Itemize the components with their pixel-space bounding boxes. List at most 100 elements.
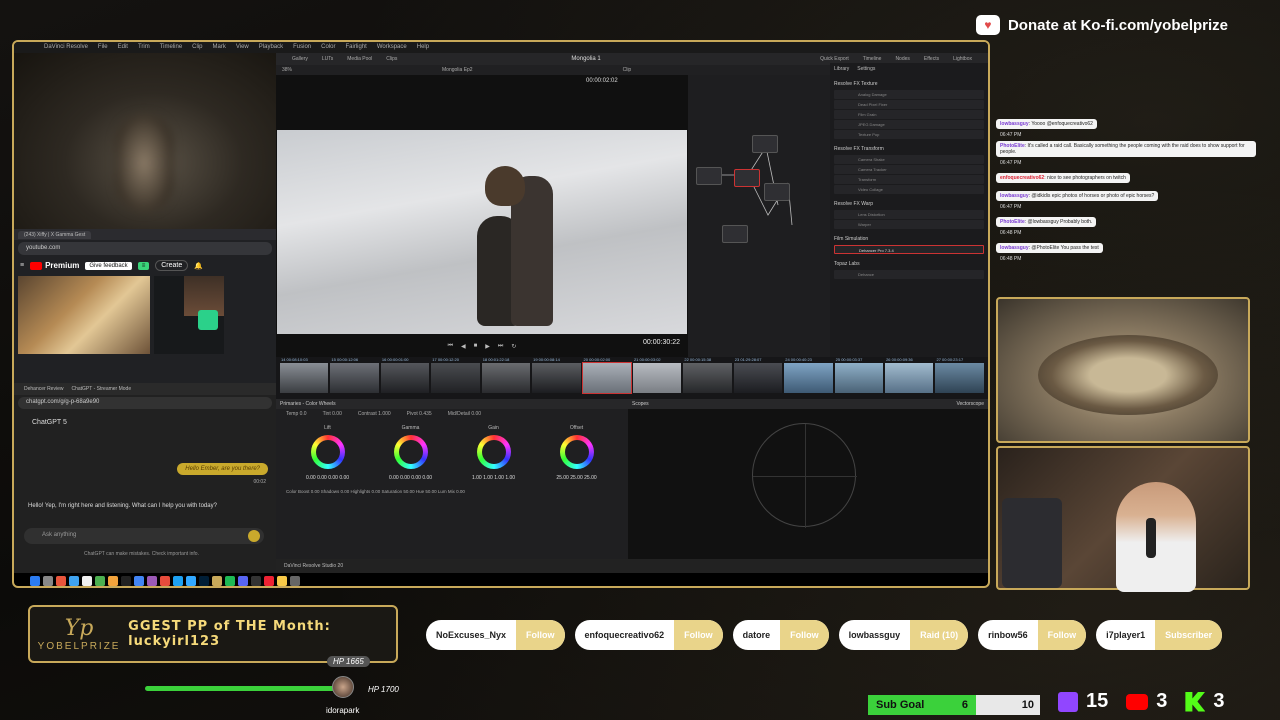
zoom-level[interactable]: 38% — [282, 67, 292, 73]
effect-item[interactable]: Video Collage — [834, 185, 984, 194]
menu-item[interactable]: Mark — [213, 44, 226, 51]
scope-type-dropdown[interactable]: Vectorscope — [956, 401, 984, 407]
obs-icon[interactable] — [251, 575, 261, 586]
app-icon[interactable] — [277, 575, 287, 586]
give-feedback-button[interactable]: Give feedback — [85, 261, 132, 270]
clip-dropdown[interactable]: Clip — [623, 67, 632, 73]
effect-item[interactable]: Warper — [834, 220, 984, 229]
launchpad-icon[interactable] — [43, 575, 53, 586]
pivot-control[interactable]: Pivot 0.435 — [407, 411, 432, 417]
terminal-icon[interactable] — [121, 575, 131, 586]
offset-wheel[interactable]: Offset 25.00 25.00 25.00 — [544, 425, 610, 481]
effect-item[interactable]: Analog Damage — [834, 90, 984, 99]
app-icon[interactable] — [147, 575, 157, 586]
wheel-values[interactable]: 0.00 0.00 0.00 0.00 — [295, 475, 361, 481]
timeline-clip[interactable]: 14 00:08:10:03 — [280, 357, 329, 393]
app-icon[interactable] — [173, 575, 183, 586]
timeline-name[interactable]: Mongolia Ep2 — [442, 67, 473, 73]
color-node[interactable] — [722, 225, 748, 243]
effect-item[interactable]: JPEG Damage — [834, 120, 984, 129]
color-wheel[interactable] — [476, 435, 511, 469]
gain-wheel[interactable]: Gain 1.00 1.00 1.00 1.00 — [461, 425, 527, 481]
tab-gallery[interactable]: Gallery — [292, 56, 308, 62]
address-bar[interactable]: chatgpt.com/g/g-p-68a9e90 — [18, 397, 272, 409]
tab-quick-export[interactable]: Quick Export — [820, 56, 849, 62]
effect-item[interactable]: Camera Tracker — [834, 165, 984, 174]
stop-icon[interactable]: ■ — [474, 343, 478, 349]
tab-settings[interactable]: Settings — [857, 66, 875, 72]
color-wheel[interactable] — [310, 435, 345, 469]
app-icon[interactable] — [56, 575, 66, 586]
skip-forward-icon[interactable]: ⏭ — [498, 343, 503, 350]
calendar-icon[interactable] — [82, 575, 92, 586]
contrast-control[interactable]: Contrast 1.000 — [358, 411, 391, 417]
app-icon[interactable] — [160, 575, 170, 586]
tab-lightbox[interactable]: Lightbox — [953, 56, 972, 62]
menu-item[interactable]: Clip — [192, 44, 202, 51]
address-bar[interactable]: youtube.com — [18, 242, 272, 255]
create-button[interactable]: Create — [155, 260, 189, 271]
video-thumbnail[interactable] — [154, 276, 224, 354]
timeline-clip[interactable]: 18 00:01:22:18 — [481, 357, 531, 393]
menu-item[interactable]: File — [98, 44, 108, 51]
color-node[interactable] — [734, 169, 760, 187]
browser-tab[interactable]: ChatGPT - Streamer Mode — [71, 386, 131, 392]
safari-icon[interactable] — [69, 575, 79, 586]
browser-tab[interactable]: (243) Xiffy | X Gamma Gest — [18, 230, 92, 239]
effect-item[interactable]: Dead Pixel Fixer — [834, 100, 984, 109]
trash-icon[interactable] — [290, 575, 300, 586]
timeline-clip[interactable]: 16 00:00:01:00 — [380, 357, 430, 393]
timeline-clip[interactable]: 23 01:29:28:07 — [733, 357, 783, 393]
tab-timeline[interactable]: Timeline — [863, 56, 882, 62]
menu-item[interactable]: Timeline — [160, 44, 182, 51]
timeline-clip[interactable]: 19 00:00:08:14 — [532, 357, 581, 393]
color-node[interactable] — [696, 167, 722, 185]
wheel-values[interactable]: 0.00 0.00 0.00 0.00 — [378, 475, 444, 481]
effect-item[interactable]: Lens Distortion — [834, 210, 984, 219]
menu-item[interactable]: Trim — [138, 44, 150, 51]
tab-nodes[interactable]: Nodes — [895, 56, 909, 62]
video-thumbnail[interactable] — [18, 276, 150, 354]
color-wheel[interactable] — [393, 435, 428, 469]
effect-item[interactable]: Transform — [834, 175, 984, 184]
app-icon[interactable] — [212, 575, 222, 586]
voice-button[interactable] — [248, 530, 260, 542]
color-node[interactable] — [752, 135, 778, 153]
loop-icon[interactable]: ↻ — [511, 343, 516, 350]
finder-icon[interactable] — [30, 575, 40, 586]
timeline-clip-selected[interactable]: 20 00:00:02:00 — [581, 357, 632, 394]
wheel-values[interactable]: 1.00 1.00 1.00 1.00 — [461, 475, 527, 481]
lift-wheel[interactable]: Lift 0.00 0.00 0.00 0.00 — [295, 425, 361, 481]
chat-input[interactable]: Ask anything — [24, 528, 264, 544]
tab-media-pool[interactable]: Media Pool — [347, 56, 372, 62]
menu-item[interactable]: Fairlight — [345, 44, 366, 51]
menu-item[interactable]: Workspace — [377, 44, 407, 51]
photoshop-icon[interactable] — [199, 575, 209, 586]
hamburger-icon[interactable]: ≡ — [20, 262, 24, 269]
timeline-clip[interactable]: 25 00:00:03:37 — [834, 357, 884, 393]
chrome-icon[interactable] — [134, 575, 144, 586]
menu-item[interactable]: Fusion — [293, 44, 311, 51]
play-icon[interactable]: ▶ — [485, 343, 490, 350]
tab-effects[interactable]: Effects — [924, 56, 939, 62]
mid-detail-control[interactable]: Mid/Detail 0.00 — [448, 411, 481, 417]
menu-item[interactable]: Help — [417, 44, 429, 51]
notes-icon[interactable] — [108, 575, 118, 586]
effect-item[interactable]: Texture Pop — [834, 130, 984, 139]
color-wheel[interactable] — [559, 435, 594, 469]
timeline-clip[interactable]: 15 00:00:12:06 — [330, 357, 379, 393]
spotify-icon[interactable] — [225, 575, 235, 586]
prev-icon[interactable]: ◀ — [461, 343, 466, 350]
menu-item[interactable]: Edit — [118, 44, 128, 51]
bottom-adjustments[interactable]: Color Boost 0.00 Shadows 0.00 Highlights… — [276, 487, 628, 496]
browser-tab[interactable]: Dehancer Review — [24, 386, 63, 392]
discord-icon[interactable] — [238, 575, 248, 586]
tab-clips[interactable]: Clips — [386, 56, 397, 62]
menu-item[interactable]: View — [236, 44, 249, 51]
effect-item[interactable]: Camera Shake — [834, 155, 984, 164]
timeline-clip[interactable]: 17 00:00:12:20 — [431, 357, 480, 393]
youtube-logo[interactable]: Premium — [30, 261, 79, 270]
bell-icon[interactable]: 🔔 — [194, 262, 203, 270]
wheel-values[interactable]: 25.00 25.00 25.00 — [544, 475, 610, 481]
menu-item[interactable]: Playback — [259, 44, 283, 51]
